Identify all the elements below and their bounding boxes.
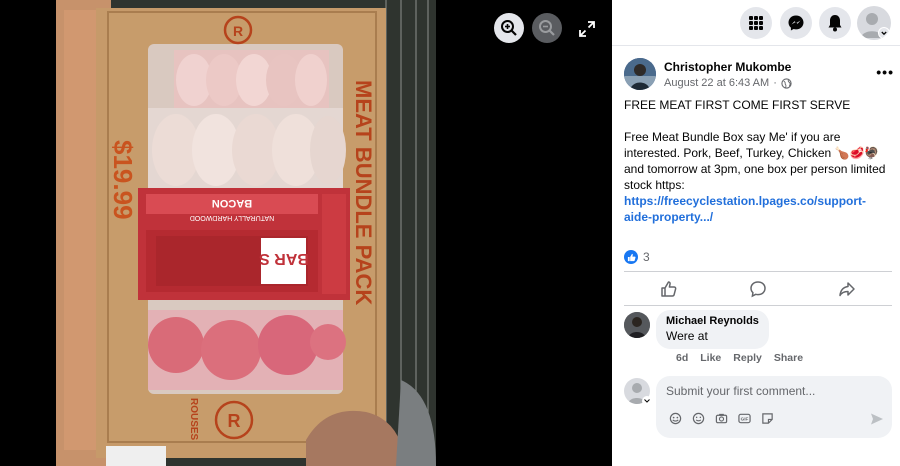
zoom-in-icon [501, 20, 517, 36]
post-date[interactable]: August 22 at 6:43 AM [664, 77, 769, 89]
meta-separator: · [773, 77, 777, 89]
author-name[interactable]: Christopher Mukombe [664, 60, 791, 74]
like-reaction-icon [624, 250, 638, 264]
post-header: Christopher Mukombe August 22 at 6:43 AM… [624, 58, 894, 94]
emoji-icon [692, 412, 704, 424]
bell-icon [828, 15, 842, 32]
svg-text:NATURALLY HARDWOOD: NATURALLY HARDWOOD [190, 214, 274, 221]
gif-icon: GIF [737, 413, 751, 423]
post-line-1: FREE MEAT FIRST COME FIRST SERVE [624, 98, 851, 112]
post-meta: August 22 at 6:43 AM · [664, 77, 792, 89]
emoji-button[interactable] [691, 411, 705, 425]
divider [624, 305, 892, 306]
avatar-icon [669, 412, 681, 424]
svg-text:BAR S: BAR S [259, 250, 309, 267]
comment-reply-link[interactable]: Reply [733, 352, 762, 364]
comment-share-link[interactable]: Share [774, 352, 803, 364]
comment-text: Were at [666, 329, 708, 343]
chevron-down-icon[interactable] [642, 396, 652, 406]
share-icon [839, 282, 856, 297]
send-icon [871, 413, 883, 425]
avatar-sticker-button[interactable] [668, 411, 682, 425]
gif-button[interactable]: GIF [737, 411, 751, 425]
post-actions [624, 273, 892, 305]
svg-text:GIF: GIF [740, 416, 748, 421]
comment-time[interactable]: 6d [676, 352, 688, 364]
thumbs-up-icon [660, 281, 677, 297]
zoom-out-button[interactable] [532, 13, 562, 43]
svg-text:R: R [228, 411, 241, 431]
comment-like-link[interactable]: Like [700, 352, 721, 364]
author-avatar[interactable] [624, 58, 656, 90]
reaction-summary[interactable]: 3 [624, 250, 650, 264]
zoom-out-icon [539, 20, 555, 36]
share-button[interactable] [817, 275, 877, 303]
svg-text:R: R [233, 23, 243, 39]
post-body: FREE MEAT FIRST COME FIRST SERVE Free Me… [624, 97, 892, 225]
more-options-icon[interactable]: ••• [876, 64, 894, 80]
photo-viewer: BACON NATURALLY HARDWOOD BAR S MEAT BUND… [0, 0, 612, 466]
comment-input[interactable] [666, 382, 876, 400]
expand-icon [579, 21, 595, 37]
notifications-button[interactable] [819, 7, 851, 39]
comment-bubble: Michael Reynolds Were at [656, 310, 769, 349]
camera-button[interactable] [714, 411, 728, 425]
menu-button[interactable] [740, 7, 772, 39]
send-button[interactable] [870, 412, 884, 431]
svg-text:ROUSES: ROUSES [188, 398, 199, 441]
top-bar [612, 0, 900, 46]
post-link[interactable]: https://freecyclestation.lpages.co/suppo… [624, 194, 866, 224]
like-button[interactable] [639, 275, 699, 303]
account-button[interactable] [857, 6, 891, 40]
comment-button[interactable] [728, 275, 788, 303]
reaction-count: 3 [643, 250, 650, 264]
divider [624, 271, 892, 272]
comment-icon [750, 281, 766, 298]
post-line-2: Free Meat Bundle Box say Me' if you are … [624, 130, 886, 192]
account-icon [861, 13, 890, 39]
post-panel: Christopher Mukombe August 22 at 6:43 AM… [612, 0, 900, 466]
composer-tools: GIF [668, 411, 774, 425]
svg-text:MEAT BUNDLE PACK: MEAT BUNDLE PACK [351, 80, 376, 305]
post-photo[interactable]: BACON NATURALLY HARDWOOD BAR S MEAT BUND… [56, 0, 436, 466]
svg-text:$19.99: $19.99 [108, 140, 138, 220]
messenger-button[interactable] [780, 7, 812, 39]
camera-icon [715, 413, 727, 423]
fullscreen-button[interactable] [574, 16, 600, 42]
sticker-icon [761, 412, 773, 424]
sticker-button[interactable] [760, 411, 774, 425]
svg-text:BACON: BACON [212, 197, 252, 209]
messenger-icon [788, 15, 804, 31]
commenter-name[interactable]: Michael Reynolds [666, 315, 759, 327]
comment-composer: GIF [624, 376, 894, 438]
menu-grid-icon [749, 16, 763, 30]
facebook-photo-viewer: BACON NATURALLY HARDWOOD BAR S MEAT BUND… [0, 0, 900, 466]
commenter-avatar[interactable] [624, 312, 650, 338]
comment-actions: 6d Like Reply Share [676, 352, 803, 364]
comment-input-box: GIF [656, 376, 892, 438]
zoom-in-button[interactable] [494, 13, 524, 43]
globe-icon [781, 77, 792, 89]
